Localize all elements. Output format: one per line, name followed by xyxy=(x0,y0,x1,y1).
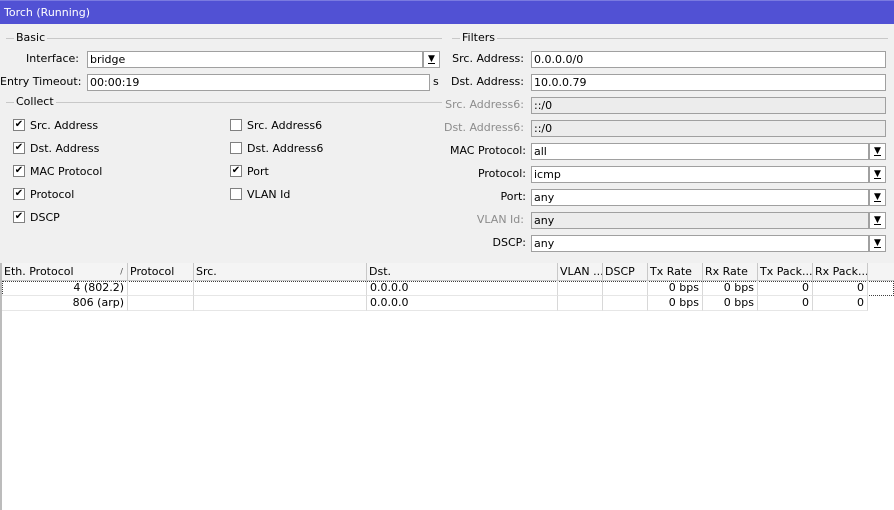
filter-dst-address-field[interactable]: 10.0.0.79 xyxy=(531,74,886,91)
dropdown-arrow-icon: ▼ xyxy=(874,215,881,225)
filter-dst-address-label: Dst. Address: xyxy=(450,75,524,88)
dropdown-arrow-icon: ▼ xyxy=(874,192,881,202)
checkmark-icon: ✔ xyxy=(13,119,25,131)
table-row[interactable]: 4 (802.2) 0.0.0.0 0 bps 0 bps 0 0 xyxy=(2,281,894,296)
filter-mac-protocol-label: MAC Protocol: xyxy=(449,144,526,157)
filter-vlan-id-dropdown-button: ▼ xyxy=(869,212,886,229)
filter-src-address-label: Src. Address: xyxy=(452,52,524,65)
filter-mac-protocol-dropdown-button[interactable]: ▼ xyxy=(869,143,886,160)
column-header-tx-packets[interactable]: Tx Pack... xyxy=(758,263,813,281)
checkmark-icon: ✔ xyxy=(13,165,25,177)
collect-mac-protocol-checkbox[interactable]: ✔ MAC Protocol xyxy=(13,163,102,179)
sort-indicator-icon: / xyxy=(120,267,123,276)
filter-protocol-select[interactable]: icmp xyxy=(531,166,869,183)
torch-table[interactable]: Eth. Protocol / Protocol Src. Dst. VLAN … xyxy=(0,263,894,510)
checkmark-icon: ✔ xyxy=(13,142,25,154)
filter-protocol-label: Protocol: xyxy=(477,167,526,180)
collect-group-divider xyxy=(6,102,442,103)
checkmark-icon: ✔ xyxy=(13,188,25,200)
dropdown-arrow-icon: ▼ xyxy=(874,238,881,248)
dropdown-arrow-icon: ▼ xyxy=(874,146,881,156)
filters-group-divider xyxy=(452,38,888,39)
basic-group-label: Basic xyxy=(14,31,48,44)
column-header-dscp[interactable]: DSCP xyxy=(603,263,648,281)
filter-dscp-label: DSCP: xyxy=(492,236,526,249)
cell-rx-rate: 0 bps xyxy=(703,296,758,311)
collect-dst-address6-checkbox[interactable]: Dst. Address6 xyxy=(230,140,323,156)
cell-tx-rate: 0 bps xyxy=(648,296,703,311)
table-row[interactable]: 806 (arp) 0.0.0.0 0 bps 0 bps 0 0 xyxy=(2,296,894,311)
window-title: Torch (Running) xyxy=(4,6,91,19)
column-header-tx-rate[interactable]: Tx Rate xyxy=(648,263,703,281)
interface-label: Interface: xyxy=(26,52,79,65)
collect-src-address-checkbox[interactable]: ✔ Src. Address xyxy=(13,117,98,133)
collect-src-address6-checkbox[interactable]: Src. Address6 xyxy=(230,117,322,133)
cell-eth-protocol: 806 (arp) xyxy=(2,296,128,311)
cell-protocol xyxy=(128,296,194,311)
column-header-rx-packets[interactable]: Rx Pack... xyxy=(813,263,868,281)
cell-rx-packets: 0 xyxy=(813,296,868,311)
filter-vlan-id-label: VLAN Id: xyxy=(476,213,524,226)
filter-vlan-id-select: any xyxy=(531,212,869,229)
cell-rx-packets: 0 xyxy=(813,281,868,296)
filter-mac-protocol-select[interactable]: all xyxy=(531,143,869,160)
cell-dscp xyxy=(603,281,648,296)
cell-tx-packets: 0 xyxy=(758,281,813,296)
filters-group-label: Filters xyxy=(460,31,497,44)
cell-src xyxy=(194,281,367,296)
column-header-src[interactable]: Src. xyxy=(194,263,367,281)
filter-dst-address6-label: Dst. Address6: xyxy=(443,121,524,134)
cell-vlan xyxy=(558,281,603,296)
checkmark-icon: ✔ xyxy=(13,211,25,223)
cell-protocol xyxy=(128,281,194,296)
column-header-eth-protocol[interactable]: Eth. Protocol / xyxy=(2,263,128,281)
checkmark-icon: ✔ xyxy=(230,165,242,177)
cell-tx-rate: 0 bps xyxy=(648,281,703,296)
dropdown-arrow-icon: ▼ xyxy=(874,169,881,179)
entry-timeout-field[interactable]: 00:00:19 xyxy=(87,74,430,91)
column-header-vlan[interactable]: VLAN ... xyxy=(558,263,603,281)
filter-src-address6-label: Src. Address6: xyxy=(445,98,524,111)
filter-port-dropdown-button[interactable]: ▼ xyxy=(869,189,886,206)
column-header-dst[interactable]: Dst. xyxy=(367,263,558,281)
filter-dscp-select[interactable]: any xyxy=(531,235,869,252)
cell-eth-protocol: 4 (802.2) xyxy=(2,281,128,296)
collect-dscp-checkbox[interactable]: ✔ DSCP xyxy=(13,209,60,225)
interface-select[interactable]: bridge xyxy=(87,51,423,68)
filter-src-address-field[interactable]: 0.0.0.0/0 xyxy=(531,51,886,68)
interface-dropdown-button[interactable]: ▼ xyxy=(423,51,440,68)
filter-dscp-dropdown-button[interactable]: ▼ xyxy=(869,235,886,252)
column-header-protocol[interactable]: Protocol xyxy=(128,263,194,281)
cell-src xyxy=(194,296,367,311)
cell-dscp xyxy=(603,296,648,311)
collect-protocol-checkbox[interactable]: ✔ Protocol xyxy=(13,186,74,202)
entry-timeout-unit: s xyxy=(433,75,439,88)
collect-dst-address-checkbox[interactable]: ✔ Dst. Address xyxy=(13,140,99,156)
collect-group-label: Collect xyxy=(14,95,56,108)
cell-dst: 0.0.0.0 xyxy=(367,296,558,311)
cell-rx-rate: 0 bps xyxy=(703,281,758,296)
filter-dst-address6-field: ::/0 xyxy=(531,120,886,137)
filter-protocol-dropdown-button[interactable]: ▼ xyxy=(869,166,886,183)
cell-vlan xyxy=(558,296,603,311)
cell-tx-packets: 0 xyxy=(758,296,813,311)
cell-dst: 0.0.0.0 xyxy=(367,281,558,296)
entry-timeout-label: Entry Timeout: xyxy=(0,75,82,88)
table-header: Eth. Protocol / Protocol Src. Dst. VLAN … xyxy=(2,263,894,281)
filter-port-select[interactable]: any xyxy=(531,189,869,206)
window-titlebar[interactable]: Torch (Running) xyxy=(0,0,894,24)
dropdown-arrow-icon: ▼ xyxy=(428,54,435,64)
filter-port-label: Port: xyxy=(500,190,526,203)
collect-port-checkbox[interactable]: ✔ Port xyxy=(230,163,269,179)
basic-group-divider xyxy=(6,38,442,39)
collect-vlan-id-checkbox[interactable]: VLAN Id xyxy=(230,186,290,202)
filter-src-address6-field: ::/0 xyxy=(531,97,886,114)
column-header-rx-rate[interactable]: Rx Rate xyxy=(703,263,758,281)
